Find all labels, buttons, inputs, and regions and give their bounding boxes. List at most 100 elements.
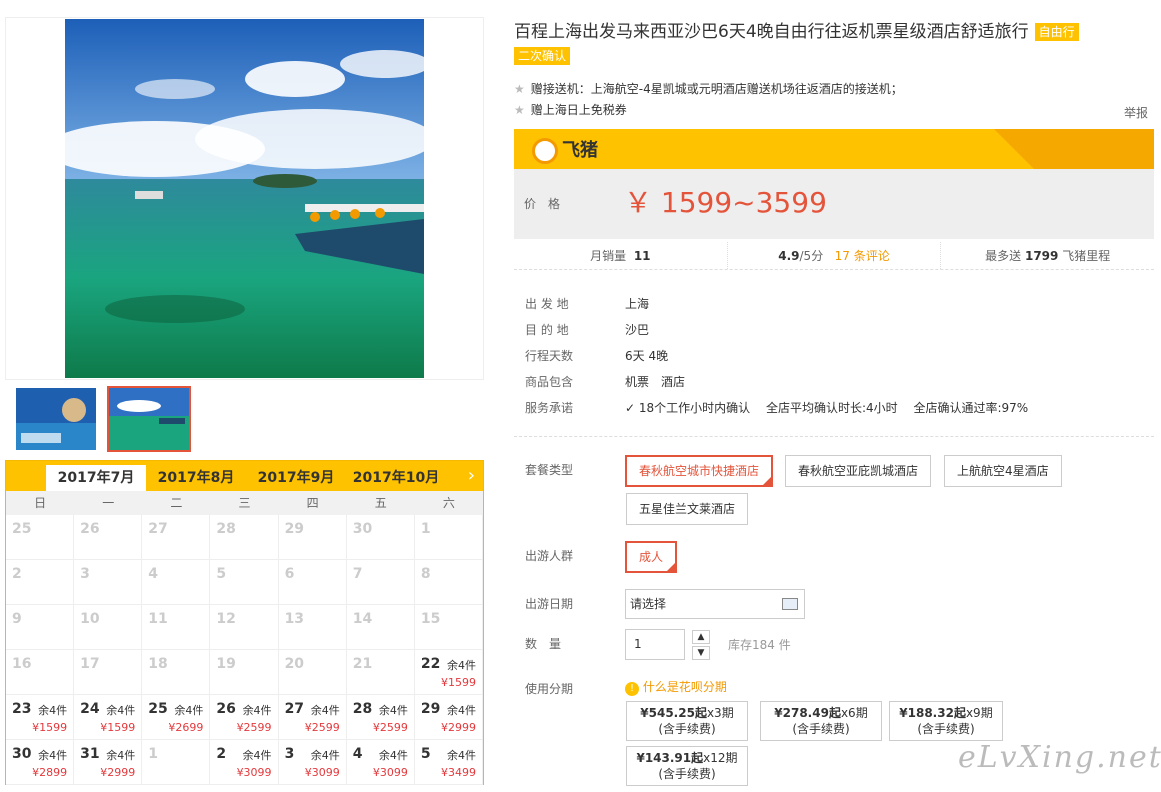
day-number: 6 bbox=[284, 566, 295, 582]
day-price: ¥2599 bbox=[236, 721, 272, 734]
date-label: 出游日期 bbox=[525, 597, 574, 611]
month-tab-3[interactable]: 2017年9月 bbox=[246, 465, 346, 491]
calendar-day: 2 bbox=[6, 560, 75, 605]
day-number: 26 bbox=[216, 701, 236, 717]
quantity-down-icon[interactable]: ▼ bbox=[692, 646, 710, 660]
installment-option-12[interactable]: ¥143.91起x12期 (含手续费) bbox=[626, 746, 748, 786]
day-number: 30 bbox=[12, 746, 32, 762]
traveler-option-adult[interactable]: 成人 bbox=[625, 541, 678, 573]
calendar-day[interactable]: 31 余4件 ¥2999 bbox=[74, 740, 143, 785]
month-tab-4[interactable]: 2017年10月 bbox=[346, 465, 446, 491]
day-stock: 余4件 bbox=[242, 749, 272, 762]
calendar-day: 26 bbox=[74, 515, 143, 560]
day-number: 31 bbox=[80, 746, 100, 762]
day-number: 28 bbox=[216, 521, 236, 537]
info-value: 18个工作小时内确认 全店平均确认时长:4小时 全店确认通过率:97% bbox=[638, 401, 1029, 415]
calendar-day[interactable]: 27 余4件 ¥2599 bbox=[278, 695, 347, 740]
package-option-3[interactable]: 上航航空4星酒店 bbox=[944, 455, 1062, 487]
calendar-icon[interactable] bbox=[782, 598, 798, 610]
miles: 最多送 1799 飞猪里程 bbox=[941, 242, 1154, 269]
calendar-day[interactable]: 26 余4件 ¥2599 bbox=[210, 695, 279, 740]
package-option-1[interactable]: 春秋航空城市快捷酒店 bbox=[625, 455, 774, 487]
fliggy-logo: 飞猪 bbox=[532, 136, 598, 164]
monthly-sales-label: 月销量 bbox=[590, 249, 627, 263]
installment-amount: ¥188.32起 bbox=[899, 706, 966, 720]
calendar-day[interactable]: 3 余4件 ¥3099 bbox=[278, 740, 347, 785]
installment-option-6[interactable]: ¥278.49起x6期 (含手续费) bbox=[760, 701, 882, 741]
next-month-icon[interactable]: › bbox=[468, 465, 475, 486]
day-number: 5 bbox=[420, 746, 431, 762]
day-number: 28 bbox=[352, 701, 373, 717]
calendar-day: 19 bbox=[210, 650, 279, 695]
thumbnail-strip bbox=[5, 380, 484, 458]
day-number: 5 bbox=[216, 566, 227, 582]
calendar-day[interactable]: 2 余4件 ¥3099 bbox=[210, 740, 279, 785]
reviews-link[interactable]: 17 条评论 bbox=[835, 249, 890, 263]
info-value: 机票 酒店 bbox=[625, 375, 686, 389]
day-price: ¥3099 bbox=[304, 766, 340, 779]
day-price: ¥3099 bbox=[236, 766, 272, 779]
installment-fee: (含手续费) bbox=[917, 722, 975, 736]
rating: 4.9/5分 17 条评论 bbox=[728, 242, 942, 269]
installment-period: x6期 bbox=[840, 706, 868, 720]
price-label: 价 格 bbox=[524, 197, 561, 211]
calendar-day: 13 bbox=[278, 605, 347, 650]
star-icon: ★ bbox=[514, 103, 525, 117]
day-price: ¥2699 bbox=[168, 721, 204, 734]
day-number: 26 bbox=[80, 521, 100, 537]
calendar-day: 30 bbox=[346, 515, 415, 560]
date-picker-input[interactable]: 请选择 bbox=[625, 589, 805, 619]
miles-prefix: 最多送 bbox=[985, 249, 1022, 263]
day-number: 9 bbox=[12, 611, 22, 627]
calendar-day[interactable]: 29 余4件 ¥2999 bbox=[414, 695, 483, 740]
calendar-weekdays: 日 一 二 三 四 五 六 bbox=[6, 491, 483, 515]
day-price: ¥1599 bbox=[100, 721, 136, 734]
day-stock: 余4件 bbox=[38, 749, 68, 762]
thumbnail-2[interactable] bbox=[107, 386, 191, 452]
calendar-day[interactable]: 4 余4件 ¥3099 bbox=[346, 740, 415, 785]
calendar-day[interactable]: 23 余4件 ¥1599 bbox=[6, 695, 75, 740]
day-number: 14 bbox=[352, 611, 373, 627]
day-number: 3 bbox=[80, 566, 90, 582]
calendar-day: 12 bbox=[210, 605, 279, 650]
product-title: 百程上海出发马来西亚沙巴6天4晚自由行往返机票星级酒店舒适旅行 bbox=[514, 22, 1029, 42]
quantity-up-icon[interactable]: ▲ bbox=[692, 630, 710, 644]
calendar-day[interactable]: 5 余4件 ¥3499 bbox=[414, 740, 483, 785]
package-option-2[interactable]: 春秋航空亚庇凯城酒店 bbox=[785, 455, 932, 487]
calendar-grid: 25 26 27 28 29 30 1 2 3 4 5 6 7 8 9 10 11 12 13 14 15 16 17 18 1… bbox=[6, 515, 483, 785]
day-number: 30 bbox=[352, 521, 373, 537]
promo-item: ★ 赠接送机：上海航空-4星凯城或元明酒店赠送机场往返酒店的接送机； bbox=[514, 80, 903, 97]
brand-bar: 飞猪 bbox=[514, 129, 1154, 169]
calendar-day: 15 bbox=[414, 605, 483, 650]
day-number: 22 bbox=[420, 656, 441, 672]
installment-option-9[interactable]: ¥188.32起x9期 (含手续费) bbox=[889, 701, 1003, 741]
calendar-day[interactable]: 22 余4件 ¥1599 bbox=[414, 650, 483, 695]
calendar-day: 1 bbox=[142, 740, 211, 785]
installment-help-link[interactable]: 什么是花呗分期 bbox=[643, 680, 727, 694]
month-tab-2[interactable]: 2017年8月 bbox=[146, 465, 246, 491]
calendar-day[interactable]: 28 余4件 ¥2599 bbox=[346, 695, 415, 740]
quantity-input[interactable]: 1 bbox=[625, 629, 685, 660]
day-number: 25 bbox=[12, 521, 32, 537]
installment-option-3[interactable]: ¥545.25起x3期 (含手续费) bbox=[626, 701, 748, 741]
day-number: 23 bbox=[12, 701, 32, 717]
report-link[interactable]: 举报 bbox=[1124, 104, 1148, 121]
price-panel: 飞猪 价 格 ￥ 1599~3599 bbox=[514, 129, 1154, 239]
weekday: 三 bbox=[238, 496, 251, 510]
thumbnail-1[interactable] bbox=[14, 386, 98, 452]
check-circle-icon: ✓ bbox=[625, 401, 636, 415]
calendar-day: 21 bbox=[346, 650, 415, 695]
day-number: 11 bbox=[148, 611, 168, 627]
calendar-day[interactable]: 25 余4件 ¥2699 bbox=[142, 695, 211, 740]
date-placeholder: 请选择 bbox=[630, 597, 667, 611]
calendar-day[interactable]: 30 余4件 ¥2899 bbox=[6, 740, 75, 785]
package-option-4[interactable]: 五星佳兰文莱酒店 bbox=[626, 493, 749, 525]
day-number: 13 bbox=[284, 611, 305, 627]
installment-help[interactable]: ! 什么是花呗分期 bbox=[625, 678, 727, 696]
calendar-day[interactable]: 24 余4件 ¥1599 bbox=[74, 695, 143, 740]
calendar-day: 16 bbox=[6, 650, 75, 695]
day-stock: 余4件 bbox=[310, 749, 340, 762]
traveler-label: 出游人群 bbox=[525, 549, 574, 563]
info-value: 上海 bbox=[625, 297, 650, 311]
month-tab-1[interactable]: 2017年7月 bbox=[46, 465, 146, 491]
